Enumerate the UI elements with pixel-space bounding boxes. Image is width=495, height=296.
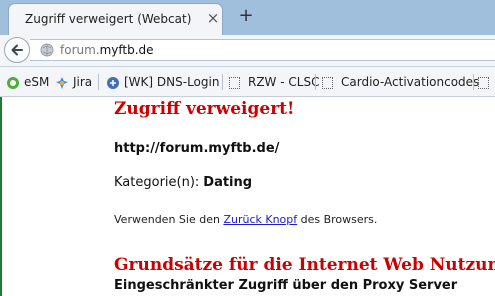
principles-heading: Grundsätze für die Internet Web Nutzung [114,255,495,275]
category-line: Kategorie(n): Dating [114,175,252,190]
back-hint: Verwenden Sie den Zurück Knopf des Brows… [114,213,377,226]
navigation-bar: forum.myftb.de [0,35,495,67]
bookmark-label: Cardio-Activationcodes [341,75,480,89]
category-value: Dating [203,175,253,190]
bookmark-overflow[interactable] [478,73,495,91]
folder-icon [478,76,489,89]
proxy-subheading: Eingeschränkter Zugriff über den Proxy S… [114,278,458,293]
back-button-link[interactable]: Zurück Knopf [223,213,297,226]
bookmark-dns-login[interactable]: [WK] DNS-Login [106,73,219,91]
globe-icon [40,43,54,57]
bookmarks-bar: eSM Jira [WK] DNS-Login RZW - CLSC Cardi… [0,67,495,97]
category-label: Kategorie(n): [114,175,200,190]
close-tab-icon[interactable]: × [205,10,221,26]
bookmark-label: Jira [73,75,93,89]
url-text: forum.myftb.de [60,43,154,57]
bookmark-cardio[interactable]: Cardio-Activationcodes [322,73,479,91]
bookmark-rzw-clsc[interactable]: RZW - CLSC [229,73,319,91]
folder-icon [322,76,333,89]
folder-icon [229,76,240,89]
hint-text-after: des Browsers. [297,213,378,226]
bookmark-label: eSM [24,75,50,89]
back-button[interactable] [4,37,30,63]
blocked-url: http://forum.myftb.de/ [114,141,280,156]
url-domain: myftb.de [99,43,154,57]
new-tab-button[interactable]: + [236,6,256,26]
page-content: Zugriff verweigert! http://forum.myftb.d… [0,97,495,296]
dns-icon [107,76,119,89]
tab-active[interactable]: Zugriff verweigert (Webcat) × [8,3,223,35]
bookmark-jira[interactable]: Jira [55,73,92,91]
jira-icon [56,76,68,89]
esm-icon [7,76,19,89]
bookmark-separator [315,74,316,90]
bookmark-label: RZW - CLSC [248,75,320,89]
address-bar[interactable]: forum.myftb.de [30,39,495,61]
hint-text-before: Verwenden Sie den [114,213,224,226]
left-border [0,97,2,296]
bookmark-esm[interactable]: eSM [6,73,49,91]
back-arrow-icon [11,44,23,56]
bookmark-separator [222,74,223,90]
tab-title: Zugriff verweigert (Webcat) [25,12,192,26]
tab-strip: Zugriff verweigert (Webcat) × + [0,0,495,35]
bookmark-separator [473,74,474,90]
bookmark-separator [98,74,99,90]
bookmark-label: [WK] DNS-Login [124,75,220,89]
access-denied-heading: Zugriff verweigert! [114,99,295,119]
